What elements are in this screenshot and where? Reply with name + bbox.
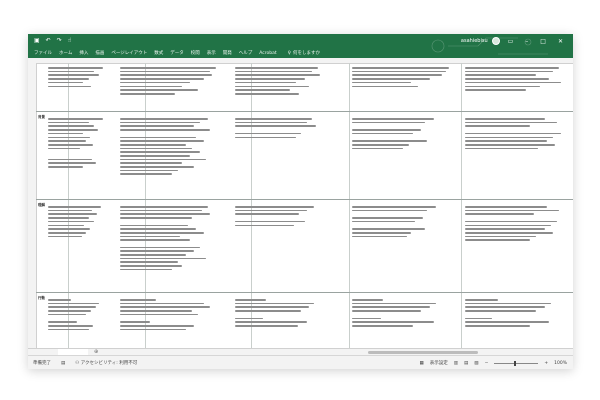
touch-icon[interactable]: ☝ [68,38,72,44]
cell-text-block [235,116,327,140]
cell-text-block [120,297,220,332]
row-divider [36,199,573,200]
status-ready: 準備完了 [33,361,51,366]
cell-text-block [48,204,106,239]
cell-text-block [48,297,106,332]
excel-window: ▣ ↶ ↷ ☝ asahiebisu ▭ – □ ✕ ファイル ホーム 挿入 描… [28,34,573,369]
horizontal-scrollbar[interactable] [368,351,478,354]
row-divider [36,111,573,112]
zoom-out-icon[interactable]: − [485,361,489,366]
display-settings-label[interactable]: 表示設定 [430,360,448,366]
zoom-slider[interactable] [494,360,539,366]
tab-file[interactable]: ファイル [34,50,52,56]
tab-help[interactable]: ヘルプ [239,50,253,56]
save-icon[interactable]: ▣ [34,38,40,44]
accessibility-icon: ⚇ [75,361,80,366]
cell-text-block [465,297,567,329]
tab-formulas[interactable]: 数式 [154,50,163,56]
zoom-slider-knob[interactable] [514,360,517,366]
cell-text-block [352,204,454,239]
row-divider [36,292,573,293]
tab-draw[interactable]: 描画 [95,50,104,56]
cell-text-block [352,297,454,329]
tab-view[interactable]: 表示 [207,50,216,56]
cell-text-block [235,297,327,329]
cell-text-block [352,65,454,89]
row-label-understanding: 理解 [38,203,45,207]
tab-home[interactable]: ホーム [59,50,72,56]
tab-acrobat[interactable]: Acrobat [259,51,276,56]
cell-text-block [235,204,327,228]
cell-text-block [120,116,220,177]
cell-text-block [465,65,567,93]
tab-data[interactable]: データ [170,50,184,56]
tell-me-label: 何をしますか [292,51,320,56]
display-settings-icon[interactable]: ▦ [420,361,424,366]
cell-text-block [48,65,106,89]
cell-text-block [235,65,327,97]
cell-text-block [465,204,567,243]
titlebar-pattern [431,37,548,55]
accessibility-status[interactable]: ⚇ アクセシビリティ: 利用不可 [75,360,137,366]
column-divider [461,63,462,348]
row-label-action: 行動 [38,296,45,300]
row-headers[interactable] [28,63,37,348]
zoom-level[interactable]: 100% [554,361,567,366]
tab-page-layout[interactable]: ページレイアウト [111,50,147,56]
lightbulb-icon: ♀ [287,50,291,56]
spreadsheet-grid[interactable]: 背景 理解 行動 [28,58,573,348]
redo-icon[interactable]: ↷ [57,38,62,44]
column-divider [349,63,350,348]
page-break-view-icon[interactable]: ▧ [474,361,478,366]
cell-text-block [465,116,567,151]
undo-icon[interactable]: ↶ [46,38,51,44]
tab-review[interactable]: 校閲 [191,50,200,56]
column-headers[interactable] [28,58,573,64]
row-label-background: 背景 [38,115,45,119]
cell-text-block [48,116,106,170]
page-layout-view-icon[interactable]: ▤ [464,361,468,366]
normal-view-icon[interactable]: ▥ [454,361,458,366]
tab-developer[interactable]: 開発 [223,50,232,56]
tab-insert[interactable]: 挿入 [79,50,88,56]
accessibility-label: アクセシビリティ: 利用不可 [80,361,138,366]
quick-access-toolbar: ▣ ↶ ↷ ☝ [34,38,71,44]
zoom-in-icon[interactable]: + [544,361,548,366]
macro-record-icon[interactable]: ▤ [61,361,65,366]
cell-text-block [120,65,220,97]
tell-me-search[interactable]: ♀ 何をしますか [287,50,320,57]
cell-text-block [352,116,454,151]
status-bar: 準備完了 ▤ ⚇ アクセシビリティ: 利用不可 ▦ 表示設定 ▥ ▤ ▧ − +… [28,355,573,369]
cell-text-block [120,204,220,272]
